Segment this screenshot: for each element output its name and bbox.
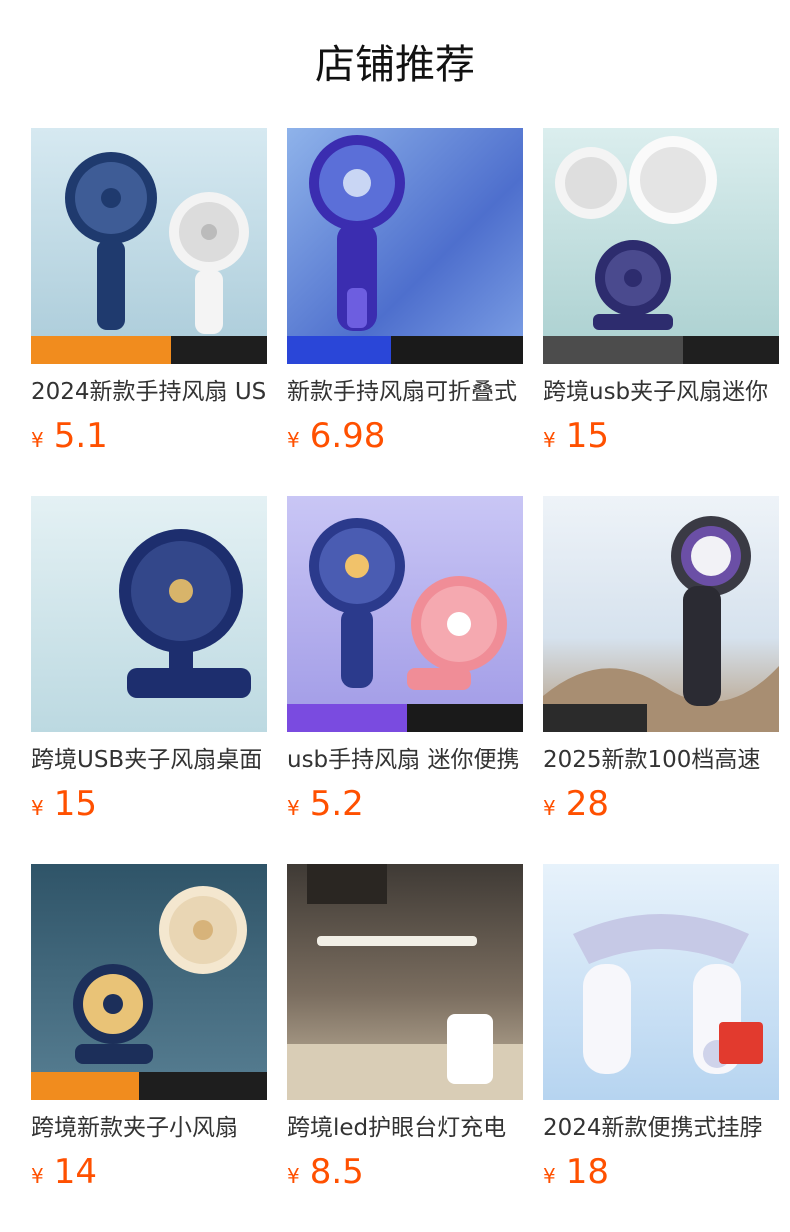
fan-illustration — [65, 152, 249, 334]
price-value: 5.1 — [53, 416, 108, 456]
product-image[interactable] — [287, 864, 523, 1100]
product-card[interactable]: 跨境USB夹子风扇桌面 ¥15 — [31, 496, 267, 824]
price-value: 14 — [53, 1152, 97, 1192]
product-title[interactable]: 跨境USB夹子风扇桌面 — [31, 744, 267, 776]
currency-symbol: ¥ — [543, 428, 556, 452]
product-card[interactable]: 2024新款手持风扇 USB ¥5.1 — [31, 128, 267, 456]
product-image[interactable] — [543, 496, 779, 732]
currency-symbol: ¥ — [287, 1164, 300, 1188]
product-image[interactable] — [31, 128, 267, 364]
product-title[interactable]: 2024新款便携式挂脖 — [543, 1112, 779, 1144]
product-price: ¥5.1 — [31, 416, 267, 456]
product-title[interactable]: 2025新款100档高速 — [543, 744, 779, 776]
price-value: 15 — [565, 416, 609, 456]
product-title[interactable]: 跨境led护眼台灯充电 — [287, 1112, 523, 1144]
product-card[interactable]: 新款手持风扇可折叠式 ¥6.98 — [287, 128, 523, 456]
product-price: ¥8.5 — [287, 1152, 523, 1192]
fan-illustration — [309, 135, 405, 331]
product-card[interactable]: 2024新款便携式挂脖 ¥18 — [543, 864, 779, 1192]
currency-symbol: ¥ — [31, 796, 44, 820]
fan-illustration — [555, 136, 717, 330]
currency-symbol: ¥ — [31, 428, 44, 452]
currency-symbol: ¥ — [543, 1164, 556, 1188]
image-banner-accent — [287, 704, 407, 732]
image-banner-accent — [31, 1072, 139, 1100]
product-image[interactable] — [287, 128, 523, 364]
product-title[interactable]: usb手持风扇 迷你便携 — [287, 744, 523, 776]
price-value: 15 — [53, 784, 97, 824]
image-banner-accent — [31, 336, 171, 364]
product-price: ¥14 — [31, 1152, 267, 1192]
product-card[interactable]: 跨境新款夹子小风扇 ¥14 — [31, 864, 267, 1192]
lamp-illustration — [287, 864, 523, 1100]
fan-illustration — [119, 529, 251, 698]
product-title[interactable]: 新款手持风扇可折叠式 — [287, 376, 523, 408]
price-value: 28 — [565, 784, 609, 824]
product-image[interactable] — [31, 496, 267, 732]
currency-symbol: ¥ — [543, 796, 556, 820]
page-title: 店铺推荐 — [315, 42, 475, 88]
product-image[interactable] — [543, 128, 779, 364]
product-title[interactable]: 2024新款手持风扇 USB — [31, 376, 267, 408]
product-card[interactable]: 跨境led护眼台灯充电 ¥8.5 — [287, 864, 523, 1192]
product-image[interactable] — [543, 864, 779, 1100]
fan-illustration — [309, 518, 507, 690]
product-image[interactable] — [31, 864, 267, 1100]
product-title[interactable]: 跨境usb夹子风扇迷你 — [543, 376, 779, 408]
neck-fan-illustration — [573, 914, 763, 1074]
product-price: ¥15 — [31, 784, 267, 824]
fan-illustration — [73, 886, 247, 1064]
fan-illustration — [543, 516, 779, 732]
product-card[interactable]: usb手持风扇 迷你便携 ¥5.2 — [287, 496, 523, 824]
currency-symbol: ¥ — [287, 796, 300, 820]
product-price: ¥6.98 — [287, 416, 523, 456]
product-price: ¥18 — [543, 1152, 779, 1192]
currency-symbol: ¥ — [31, 1164, 44, 1188]
product-price: ¥15 — [543, 416, 779, 456]
product-price: ¥28 — [543, 784, 779, 824]
product-card[interactable]: 2025新款100档高速 ¥28 — [543, 496, 779, 824]
price-value: 5.2 — [309, 784, 364, 824]
image-banner-accent — [287, 336, 391, 364]
image-banner-accent — [543, 336, 683, 364]
price-value: 18 — [565, 1152, 609, 1192]
price-value: 8.5 — [309, 1152, 364, 1192]
product-title[interactable]: 跨境新款夹子小风扇 — [31, 1112, 267, 1144]
product-image[interactable] — [287, 496, 523, 732]
product-card[interactable]: 跨境usb夹子风扇迷你 ¥15 — [543, 128, 779, 456]
price-value: 6.98 — [309, 416, 386, 456]
product-price: ¥5.2 — [287, 784, 523, 824]
image-banner-accent — [543, 704, 647, 732]
currency-symbol: ¥ — [287, 428, 300, 452]
